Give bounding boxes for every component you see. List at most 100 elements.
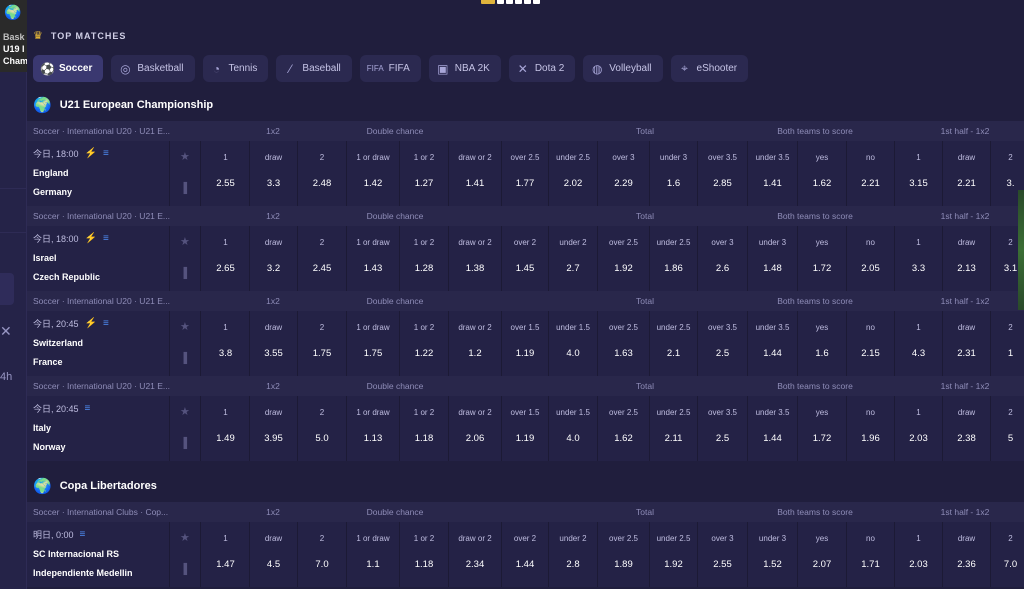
odds-button[interactable]: draw or 2 1.2 [449,311,502,376]
odds-button[interactable]: over 1.5 1.19 [502,311,549,376]
odds-button[interactable]: under 3.5 1.44 [748,311,798,376]
odds-button[interactable]: no 1.96 [847,396,895,461]
league-header-copa[interactable]: 🌍 Copa Libertadores [33,477,157,495]
breadcrumb[interactable]: Soccer · International U20 · U21 E... [33,211,191,221]
match-info[interactable]: 今日, 20:45 ≡ Italy Norway [27,396,170,461]
odds-button[interactable]: 25 [991,396,1024,461]
odds-button[interactable]: 1 2.65 [202,226,250,291]
odds-button[interactable]: draw 3.55 [250,311,298,376]
odds-button[interactable]: yes 1.6 [798,311,847,376]
odds-button[interactable]: draw 3.2 [250,226,298,291]
odds-button[interactable]: under 2 2.7 [549,226,598,291]
odds-button[interactable]: under 2.5 1.92 [650,522,698,587]
odds-button[interactable]: over 2.5 1.89 [598,522,650,587]
odds-button[interactable]: over 2.5 1.92 [598,226,650,291]
odds-button[interactable]: 1 or draw 1.13 [347,396,400,461]
odds-button[interactable]: over 3 2.55 [698,522,748,587]
odds-button[interactable]: over 3 2.29 [598,141,650,206]
sport-tab-eshooter[interactable]: ⌖ eShooter [670,55,749,82]
odds-button[interactable]: 1 or draw 1.42 [347,141,400,206]
odds-button[interactable]: over 2 1.44 [502,522,549,587]
odds-button[interactable]: draw 2.13 [943,226,991,291]
odds-button[interactable]: 2 7.0 [298,522,347,587]
odds-button[interactable]: over 1.5 1.19 [502,396,549,461]
odds-button[interactable]: under 3 1.6 [650,141,698,206]
odds-button[interactable]: 1 2.55 [202,141,250,206]
favorite-star-icon[interactable]: ★ [180,235,190,248]
odds-button[interactable]: draw or 2 2.34 [449,522,502,587]
odds-button[interactable]: 1 or 2 1.18 [400,396,449,461]
odds-button[interactable]: under 3 1.48 [748,226,798,291]
sport-tab-volleyball[interactable]: ◍ Volleyball [583,55,663,82]
odds-button[interactable]: draw 2.38 [943,396,991,461]
odds-button[interactable]: 1 2.03 [895,396,943,461]
favorite-star-icon[interactable]: ★ [180,150,190,163]
odds-button[interactable]: 1 or draw 1.75 [347,311,400,376]
sport-tab-tennis[interactable]: ◔ Tennis [202,55,269,82]
odds-button[interactable]: 2 7.0 [991,522,1024,587]
odds-button[interactable]: no 2.15 [847,311,895,376]
odds-button[interactable]: 1 or draw 1.1 [347,522,400,587]
odds-button[interactable]: over 3.5 2.5 [698,396,748,461]
odds-button[interactable]: under 1.5 4.0 [549,311,598,376]
odds-button[interactable]: over 3.5 2.85 [698,141,748,206]
odds-button[interactable]: no 2.05 [847,226,895,291]
odds-button[interactable]: under 2 2.8 [549,522,598,587]
odds-button[interactable]: over 2.5 1.63 [598,311,650,376]
odds-button[interactable]: draw or 2 1.41 [449,141,502,206]
odds-button[interactable]: draw 2.21 [943,141,991,206]
odds-button[interactable]: draw 4.5 [250,522,298,587]
sport-tab-nba-2k[interactable]: ▣ NBA 2K [428,55,501,82]
statistics-icon[interactable]: ▐ [180,183,187,194]
favorite-star-icon[interactable]: ★ [180,531,190,544]
sport-tab-baseball[interactable]: ⁄ Baseball [276,55,352,82]
odds-button[interactable]: 1 or 2 1.18 [400,522,449,587]
odds-button[interactable]: 2 2.48 [298,141,347,206]
odds-button[interactable]: 2 5.0 [298,396,347,461]
statistics-icon[interactable]: ▐ [180,438,187,449]
odds-button[interactable]: under 1.5 4.0 [549,396,598,461]
odds-button[interactable]: yes 2.07 [798,522,847,587]
odds-button[interactable]: over 2 1.45 [502,226,549,291]
odds-button[interactable]: draw 3.95 [250,396,298,461]
match-info[interactable]: 明日, 0:00 ≡ SC Internacional RS Independient… [27,522,170,587]
odds-button[interactable]: 21 [991,311,1024,376]
breadcrumb[interactable]: Soccer · International Clubs · Cop... [33,507,191,517]
odds-button[interactable]: 2 2.45 [298,226,347,291]
statistics-icon[interactable]: ▐ [180,268,187,279]
odds-button[interactable]: over 2.5 1.77 [502,141,549,206]
odds-button[interactable]: under 2.5 2.02 [549,141,598,206]
favorite-star-icon[interactable]: ★ [180,405,190,418]
breadcrumb[interactable]: Soccer · International U20 · U21 E... [33,296,191,306]
statistics-icon[interactable]: ▐ [180,564,187,575]
odds-button[interactable]: yes 1.72 [798,396,847,461]
odds-button[interactable]: 1 3.3 [895,226,943,291]
promo-card[interactable]: 🌍 Bask U19 I Cham [0,0,27,72]
odds-button[interactable]: over 2.5 1.62 [598,396,650,461]
league-header-u21[interactable]: 🌍 U21 European Championship [33,96,213,114]
odds-button[interactable]: over 3.5 2.5 [698,311,748,376]
sport-tab-soccer[interactable]: ⚽ Soccer [33,55,104,82]
odds-button[interactable]: under 2.5 2.1 [650,311,698,376]
odds-button[interactable]: 1 or 2 1.27 [400,141,449,206]
odds-button[interactable]: no 2.21 [847,141,895,206]
odds-button[interactable]: 1 2.03 [895,522,943,587]
odds-button[interactable]: yes 1.72 [798,226,847,291]
sport-tab-fifa[interactable]: FIFA FIFA [359,55,421,82]
favorite-star-icon[interactable]: ★ [180,320,190,333]
odds-button[interactable]: yes 1.62 [798,141,847,206]
odds-button[interactable]: draw or 2 2.06 [449,396,502,461]
odds-button[interactable]: under 2.5 2.11 [650,396,698,461]
odds-button[interactable]: under 3 1.52 [748,522,798,587]
sidebar-tab[interactable] [0,273,14,305]
odds-button[interactable]: 1 4.3 [895,311,943,376]
odds-button[interactable]: under 3.5 1.41 [748,141,798,206]
breadcrumb[interactable]: Soccer · International U20 · U21 E... [33,126,191,136]
odds-button[interactable]: under 2.5 1.86 [650,226,698,291]
close-icon[interactable]: ✕ [0,323,12,340]
sport-tab-dota-2[interactable]: ✕ Dota 2 [508,55,576,82]
odds-button[interactable]: 2 1.75 [298,311,347,376]
breadcrumb[interactable]: Soccer · International U20 · U21 E... [33,381,191,391]
match-info[interactable]: 今日, 18:00 ⚡ ≡ Israel Czech Republic [27,226,170,291]
odds-button[interactable]: 1 or 2 1.22 [400,311,449,376]
